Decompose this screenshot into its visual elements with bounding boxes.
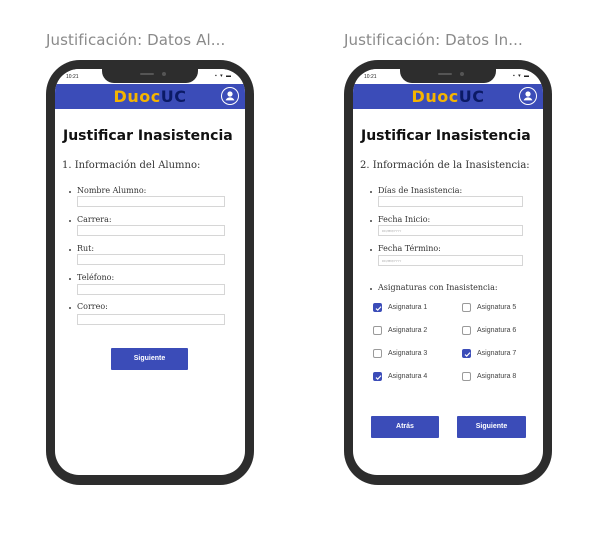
back-button[interactable]: Atrás xyxy=(371,416,439,438)
speaker-icon xyxy=(438,73,452,75)
logo-text-uc: UC xyxy=(160,87,187,106)
section-heading: 1. Información del Alumno: xyxy=(62,160,201,171)
checkbox-checked-icon[interactable] xyxy=(373,372,382,381)
checkbox-label: Asignatura 7 xyxy=(477,350,517,357)
next-button[interactable]: Siguiente xyxy=(457,416,526,438)
phone-screen-2: 10:21 ▪︎ ▾ ▬ DuocUC Justificar Inasisten… xyxy=(353,69,543,475)
page-title: Justificar Inasistencia xyxy=(63,128,233,144)
checkbox-unchecked-icon[interactable] xyxy=(462,326,471,335)
phone-notch xyxy=(400,69,496,83)
fecha-termino-input[interactable]: DD/MM/YYYY xyxy=(378,255,523,266)
checkbox-label: Asignatura 4 xyxy=(388,373,428,380)
status-time: 10:21 xyxy=(66,74,79,80)
checkbox-checked-icon[interactable] xyxy=(462,349,471,358)
user-icon xyxy=(222,88,238,104)
nombre-alumno-input[interactable] xyxy=(77,196,225,207)
checkbox-label: Asignatura 1 xyxy=(388,304,428,311)
dias-inasistencia-input[interactable] xyxy=(378,196,523,207)
phone-frame-2: 10:21 ▪︎ ▾ ▬ DuocUC Justificar Inasisten… xyxy=(344,60,552,485)
bullet-icon xyxy=(69,249,71,251)
camera-icon xyxy=(162,72,166,76)
user-icon xyxy=(520,88,536,104)
bullet-icon xyxy=(69,220,71,222)
label-asignaturas: Asignaturas con Inasistencia: xyxy=(378,283,498,292)
user-avatar-button[interactable] xyxy=(221,87,239,105)
speaker-icon xyxy=(140,73,154,75)
logo-text-uc: UC xyxy=(458,87,485,106)
frame-label-datos-inasistencia: Justificación: Datos In... xyxy=(344,31,523,49)
duoc-uc-logo[interactable]: DuocUC xyxy=(353,87,543,106)
checkbox-label: Asignatura 3 xyxy=(388,350,428,357)
label-rut: Rut: xyxy=(77,244,95,253)
status-time: 10:21 xyxy=(364,74,377,80)
checkbox-unchecked-icon[interactable] xyxy=(462,303,471,312)
bullet-icon xyxy=(370,191,372,193)
telefono-input[interactable] xyxy=(77,284,225,295)
phone-notch xyxy=(102,69,198,83)
section-heading: 2. Información de la Inasistencia: xyxy=(360,160,530,171)
checkbox-label: Asignatura 2 xyxy=(388,327,428,334)
label-carrera: Carrera: xyxy=(77,215,112,224)
checkbox-label: Asignatura 8 xyxy=(477,373,517,380)
bullet-icon xyxy=(370,249,372,251)
bullet-icon xyxy=(69,307,71,309)
app-bar: DuocUC xyxy=(55,84,245,109)
bullet-icon xyxy=(69,191,71,193)
label-fecha-termino: Fecha Término: xyxy=(378,244,441,253)
label-correo: Correo: xyxy=(77,302,108,311)
bullet-icon xyxy=(69,278,71,280)
checkbox-unchecked-icon[interactable] xyxy=(462,372,471,381)
page-title: Justificar Inasistencia xyxy=(361,128,531,144)
label-telefono: Teléfono: xyxy=(77,273,115,282)
label-dias-inasistencia: Días de Inasistencia: xyxy=(378,186,463,195)
correo-input[interactable] xyxy=(77,314,225,325)
checkbox-unchecked-icon[interactable] xyxy=(373,349,382,358)
status-icons: ▪︎ ▾ ▬ xyxy=(214,73,232,79)
fecha-inicio-input[interactable]: DD/MM/YYYY xyxy=(378,225,523,236)
phone-screen-1: 10:21 ▪︎ ▾ ▬ DuocUC Justificar Inasisten… xyxy=(55,69,245,475)
label-fecha-inicio: Fecha Inicio: xyxy=(378,215,431,224)
next-button[interactable]: Siguiente xyxy=(111,348,188,370)
label-nombre-alumno: Nombre Alumno: xyxy=(77,186,147,195)
checkbox-label: Asignatura 5 xyxy=(477,304,517,311)
status-icons: ▪︎ ▾ ▬ xyxy=(512,73,530,79)
logo-text-duoc: Duoc xyxy=(113,87,161,106)
logo-text-duoc: Duoc xyxy=(411,87,459,106)
carrera-input[interactable] xyxy=(77,225,225,236)
checkbox-label: Asignatura 6 xyxy=(477,327,517,334)
camera-icon xyxy=(460,72,464,76)
duoc-uc-logo[interactable]: DuocUC xyxy=(55,87,245,106)
frame-label-datos-alumno: Justificación: Datos Al... xyxy=(46,31,226,49)
bullet-icon xyxy=(370,288,372,290)
phone-frame-1: 10:21 ▪︎ ▾ ▬ DuocUC Justificar Inasisten… xyxy=(46,60,254,485)
bullet-icon xyxy=(370,220,372,222)
user-avatar-button[interactable] xyxy=(519,87,537,105)
app-bar: DuocUC xyxy=(353,84,543,109)
checkbox-unchecked-icon[interactable] xyxy=(373,326,382,335)
checkbox-checked-icon[interactable] xyxy=(373,303,382,312)
rut-input[interactable] xyxy=(77,254,225,265)
